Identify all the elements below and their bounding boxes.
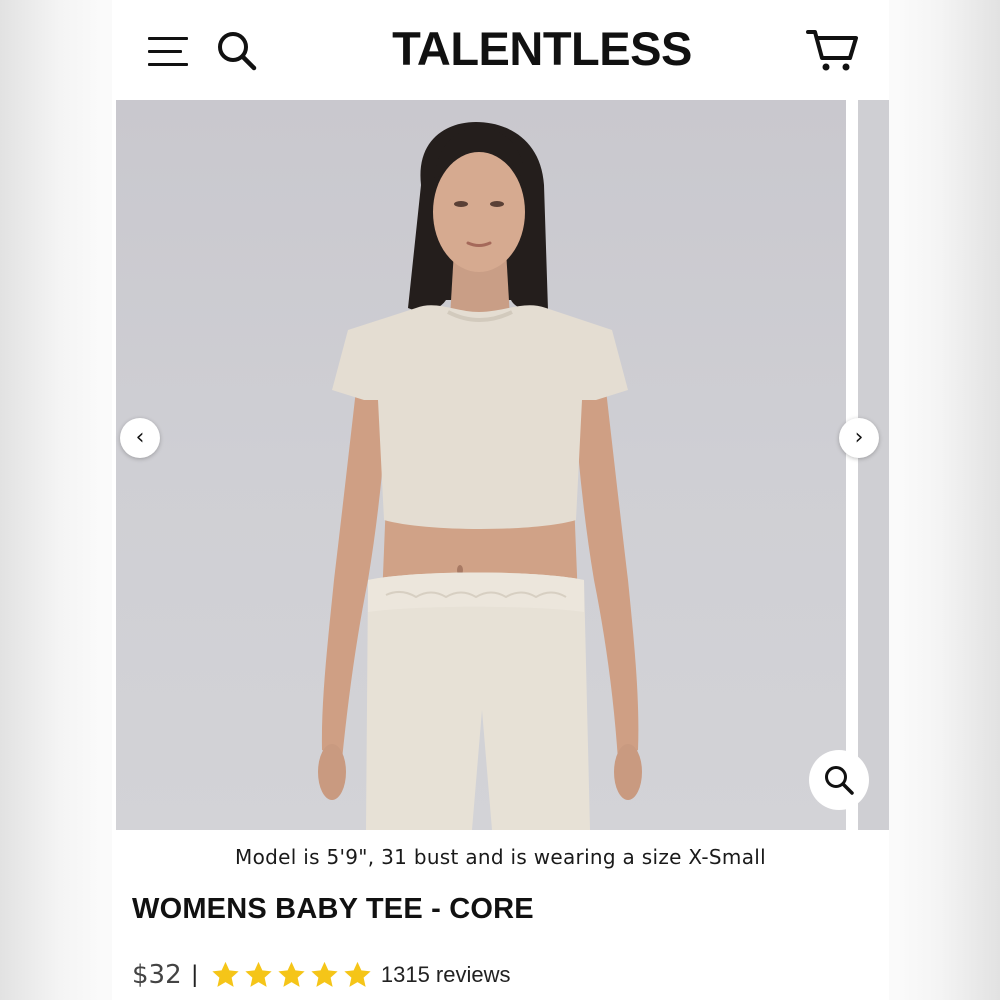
star-rating[interactable] bbox=[210, 960, 375, 990]
product-page: TALENTLESS ‹ › Model is 5'9", 31 bust an… bbox=[112, 0, 889, 1000]
price-separator: | bbox=[191, 961, 198, 988]
product-price: $32 bbox=[132, 960, 182, 990]
model-size-caption: Model is 5'9", 31 bust and is wearing a … bbox=[235, 845, 766, 869]
product-image[interactable] bbox=[116, 100, 846, 830]
model-photo bbox=[318, 122, 642, 830]
cart-icon[interactable] bbox=[806, 28, 860, 72]
star-icon bbox=[344, 961, 371, 987]
reviews-link[interactable]: 1315 reviews bbox=[381, 962, 511, 988]
search-icon[interactable] bbox=[216, 30, 258, 72]
next-slide-peek[interactable] bbox=[858, 100, 889, 830]
product-title: WOMENS BABY TEE - CORE bbox=[132, 893, 534, 925]
chevron-left-icon[interactable]: ‹ bbox=[120, 418, 160, 458]
star-icon bbox=[311, 961, 338, 987]
star-icon bbox=[278, 961, 305, 987]
price-rating-row: $32 | 1315 reviews bbox=[132, 955, 872, 995]
magnify-icon[interactable] bbox=[809, 750, 869, 810]
site-header: TALENTLESS bbox=[112, 0, 889, 100]
chevron-right-icon[interactable]: › bbox=[839, 418, 879, 458]
product-image-gallery[interactable]: ‹ › bbox=[112, 100, 889, 830]
star-icon bbox=[212, 961, 239, 987]
brand-logo[interactable]: TALENTLESS bbox=[292, 22, 792, 76]
star-icon bbox=[245, 961, 272, 987]
hamburger-menu-icon[interactable] bbox=[148, 34, 190, 68]
